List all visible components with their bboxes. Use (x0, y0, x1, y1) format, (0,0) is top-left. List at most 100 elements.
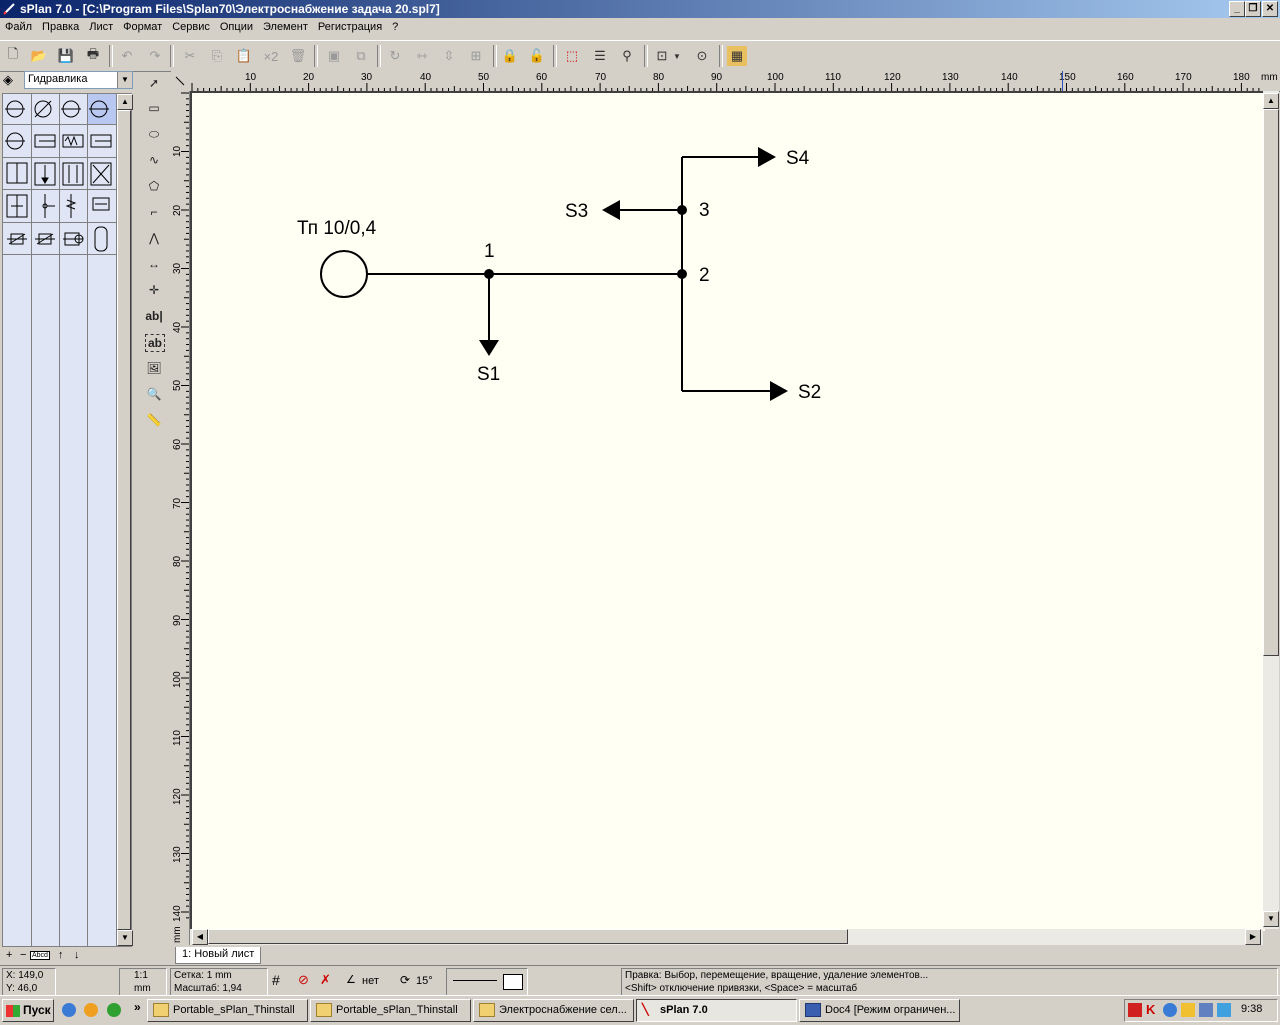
mirror-v-icon[interactable]: ⇳ (439, 46, 459, 66)
grid-icon[interactable]: ⊡ (652, 46, 672, 66)
kaspersky-icon[interactable]: K (1146, 1002, 1155, 1017)
remove-library-button[interactable]: − (20, 949, 26, 961)
new-file-icon[interactable]: 🗋 (3, 46, 23, 66)
open-folder-icon[interactable]: 📂 (29, 46, 49, 66)
fill-color-swatch[interactable] (503, 974, 523, 990)
s1-arrow[interactable] (479, 340, 499, 356)
scroll-right-icon[interactable]: ▶ (1245, 929, 1261, 945)
s3-arrow[interactable] (602, 200, 620, 220)
grid-toggle-icon[interactable]: # (272, 972, 280, 988)
menu-file[interactable]: Файл (0, 18, 37, 33)
scroll-down-icon[interactable]: ▼ (1263, 911, 1279, 927)
drawing-canvas[interactable]: Тп 10/0,4 1 2 3 S1 S2 S3 S4 (190, 91, 1265, 931)
zoom-icon[interactable]: ⊙ (692, 46, 712, 66)
menu-element[interactable]: Элемент (258, 18, 313, 33)
menu-format[interactable]: Формат (118, 18, 167, 33)
ungroup-icon[interactable]: ⧉ (351, 46, 371, 66)
magnifier-icon[interactable]: 🔍 (143, 383, 165, 405)
align-icon[interactable]: ⊞ (466, 46, 486, 66)
scroll-left-icon[interactable]: ◀ (192, 929, 208, 945)
polyline-tool-icon[interactable]: ⋀ (143, 227, 165, 249)
polygon-tool-icon[interactable]: ⬠ (143, 175, 165, 197)
select-arrow-icon[interactable]: ➚ (143, 72, 165, 94)
lock-icon[interactable]: 🔒 (500, 46, 520, 66)
quicklaunch-more-icon[interactable]: » (134, 1000, 141, 1014)
move-library-up-button[interactable]: ↑ (58, 949, 64, 961)
text-tool[interactable]: ab| (143, 305, 165, 327)
tray-app-icon[interactable] (1181, 1003, 1195, 1017)
close-button[interactable]: ✕ (1262, 1, 1278, 17)
rotation-step-icon[interactable]: ⟳ (400, 973, 410, 987)
scroll-up-icon[interactable]: ▲ (117, 94, 133, 110)
node-3-label[interactable]: 3 (699, 200, 710, 221)
s2-label[interactable]: S2 (798, 382, 821, 403)
image-tool-icon[interactable]: 🖼 (143, 357, 165, 379)
menu-help[interactable]: ? (387, 18, 403, 33)
angle-snap-icon[interactable]: ∠ (346, 973, 356, 986)
group-icon[interactable]: ▣ (324, 46, 344, 66)
line-tool-icon[interactable]: ⌐ (143, 201, 165, 223)
start-button[interactable]: Пуск (2, 999, 54, 1022)
bezier-tool-icon[interactable]: ∿ (143, 149, 165, 171)
display-icon[interactable] (1199, 1003, 1213, 1017)
junction-tool-icon[interactable]: ✛ (143, 279, 165, 301)
player-quicklaunch-icon[interactable] (84, 1003, 98, 1017)
print-icon[interactable]: 🖶 (83, 46, 103, 66)
tab-sheet-1[interactable]: 1: Новый лист (175, 947, 262, 964)
save-icon[interactable]: 💾 (56, 46, 76, 66)
canvas-horizontal-scrollbar[interactable]: ◀ ▶ (190, 929, 1263, 945)
schematic[interactable]: Тп 10/0,4 1 2 3 S1 S2 S3 S4 (190, 91, 1263, 929)
task-splan[interactable]: ╲ sPlan 7.0 (636, 999, 797, 1022)
s2-arrow[interactable] (770, 381, 788, 401)
page-layout-icon[interactable]: ⬚ (562, 46, 582, 66)
scroll-down-icon[interactable]: ▼ (117, 930, 133, 946)
mirror-h-icon[interactable]: ⇿ (412, 46, 432, 66)
scroll-up-icon[interactable]: ▲ (1263, 93, 1279, 109)
text-frame-tool[interactable]: ab (145, 334, 165, 352)
move-library-down-button[interactable]: ↓ (74, 949, 80, 961)
add-library-button[interactable]: + (6, 949, 12, 961)
task-doc4[interactable]: Doc4 [Режим ограничен... (799, 999, 960, 1022)
grid-dropdown-icon[interactable]: ▼ (672, 46, 682, 66)
rename-library-button[interactable]: Abcd (30, 951, 50, 960)
node-3-junction[interactable] (677, 205, 687, 215)
task-electrosnab-folder[interactable]: Электроснабжение сел... (473, 999, 634, 1022)
menu-service[interactable]: Сервис (167, 18, 215, 33)
line-style-panel[interactable] (446, 968, 528, 996)
duplicate-button[interactable]: ×2 (261, 46, 281, 66)
network-icon[interactable] (1163, 1003, 1177, 1017)
horizontal-scroll-thumb[interactable] (208, 929, 848, 944)
paste-icon[interactable]: 📋 (234, 46, 254, 66)
library-scroll-thumb[interactable] (117, 110, 131, 930)
library-select[interactable]: Гидравлика ▼ (24, 71, 133, 89)
browser-quicklaunch-icon[interactable] (62, 1003, 76, 1017)
s3-label[interactable]: S3 (565, 201, 588, 222)
rubberband-icon[interactable]: ✗ (320, 972, 331, 988)
menu-sheet[interactable]: Лист (84, 18, 118, 33)
task-portable-splan-1[interactable]: Portable_sPlan_Thinstall (147, 999, 308, 1022)
rectangle-tool-icon[interactable]: ▭ (143, 97, 165, 119)
node-2-label[interactable]: 2 (699, 265, 710, 286)
minimize-button[interactable]: _ (1229, 1, 1245, 17)
canvas-vertical-scrollbar[interactable]: ▲ ▼ (1263, 91, 1279, 929)
cut-icon[interactable]: ✂ (180, 46, 200, 66)
copy-icon[interactable]: ⎘ (207, 46, 227, 66)
node-1-junction[interactable] (484, 269, 494, 279)
library-scrollbar[interactable]: ▲ ▼ (116, 93, 133, 947)
color-palette-icon[interactable]: ▦ (727, 46, 747, 66)
menu-options[interactable]: Опции (215, 18, 258, 33)
restore-button[interactable]: ❐ (1245, 1, 1261, 17)
menu-edit[interactable]: Правка (37, 18, 84, 33)
transformer-symbol[interactable] (320, 250, 368, 298)
menu-registration[interactable]: Регистрация (313, 18, 387, 33)
messenger-quicklaunch-icon[interactable] (107, 1003, 121, 1017)
delete-icon[interactable]: 🗑 (288, 46, 308, 66)
ellipse-tool-icon[interactable]: ⬭ (143, 123, 165, 145)
unlock-icon[interactable]: 🔓 (527, 46, 547, 66)
node-1-label[interactable]: 1 (484, 241, 495, 262)
dimension-tool-icon[interactable]: ↔ (143, 253, 165, 275)
redo-icon[interactable]: ↷ (145, 46, 165, 66)
transformer-label[interactable]: Тп 10/0,4 (297, 218, 377, 239)
s4-label[interactable]: S4 (786, 148, 810, 169)
chevron-down-icon[interactable]: ▼ (117, 72, 132, 88)
